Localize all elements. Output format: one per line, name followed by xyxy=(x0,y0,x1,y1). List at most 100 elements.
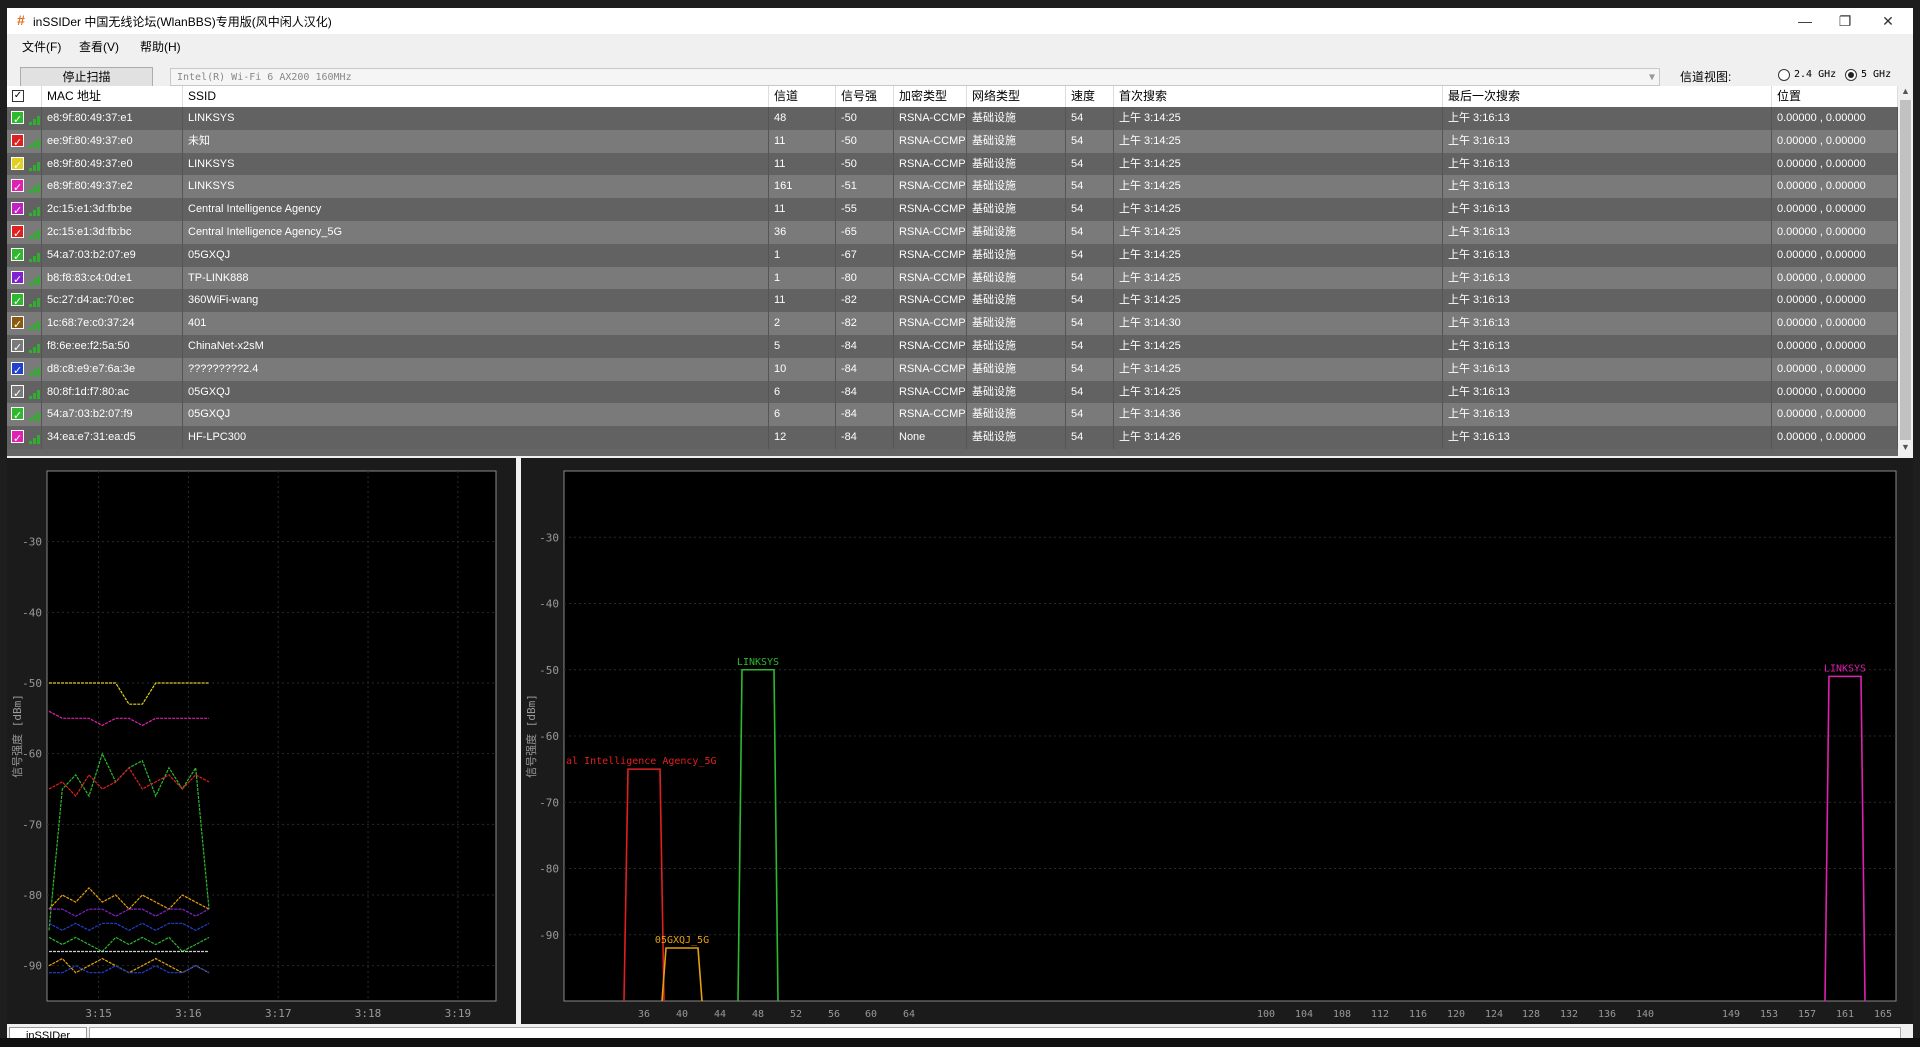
table-scrollbar[interactable]: ▲ ▼ xyxy=(1898,86,1913,456)
band-24-radio[interactable] xyxy=(1778,69,1790,81)
adapter-select[interactable]: Intel(R) Wi-Fi 6 AX200 160MHz ▼ xyxy=(170,68,1660,86)
last-seen-cell: 上午 3:16:13 xyxy=(1443,152,1772,176)
row-checkbox[interactable]: ✓ xyxy=(11,316,24,331)
scroll-down-icon[interactable]: ▼ xyxy=(1898,442,1913,452)
table-row[interactable]: ✓ d8:c8:e9:e7:6a:3e ?????????2.4 10 -84 RSNA-… xyxy=(7,357,1898,381)
close-button[interactable]: ✕ xyxy=(1865,8,1911,34)
header-col-position[interactable]: 位置 xyxy=(1772,86,1898,107)
ssid-cell: 05GXQJ xyxy=(183,403,769,427)
table-row[interactable]: ✓ ee:9f:80:49:37:e0 未知 11 -50 RSNA-CCMP 基础设施 54… xyxy=(7,129,1898,153)
header-col-rssi[interactable]: 信号强 xyxy=(836,86,894,107)
table-row[interactable]: ✓ 5c:27:d4:ac:70:ec 360WiFi-wang 11 -82 RSNA-… xyxy=(7,289,1898,313)
table-row[interactable]: ✓ e8:9f:80:49:37:e1 LINKSYS 48 -50 RSNA-CCMP 基… xyxy=(7,107,1898,130)
channel-graph-panel: -30 -40 -50 -60 -70 -80 -90 36 40 44 48 52 56 60 64 100… xyxy=(521,458,1913,1024)
row-select-cell: ✓ xyxy=(7,152,42,176)
row-checkbox[interactable]: ✓ xyxy=(11,339,24,354)
row-checkbox[interactable]: ✓ xyxy=(11,202,24,217)
header-col-first-seen[interactable]: 首次搜索 xyxy=(1114,86,1443,107)
signal-bars-icon xyxy=(29,226,41,239)
table-row[interactable]: ✓ 2c:15:e1:3d:fb:be Central Intelligence A… xyxy=(7,198,1898,222)
scroll-thumb[interactable] xyxy=(1900,100,1911,440)
row-checkbox[interactable]: ✓ xyxy=(11,133,24,149)
check-icon: ✓ xyxy=(13,159,23,172)
row-checkbox[interactable]: ✓ xyxy=(11,270,24,286)
first-seen-cell: 上午 3:14:25 xyxy=(1114,289,1443,313)
toolbar: 停止扫描 Intel(R) Wi-Fi 6 AX200 160MHz ▼ 信道视… xyxy=(7,56,1913,88)
table-row[interactable]: ✓ 1c:68:7e:c0:37:24 401 2 -82 RSNA-CCMP 基础设施 54… xyxy=(7,312,1898,336)
row-checkbox[interactable]: ✓ xyxy=(11,247,24,263)
first-seen-cell: 上午 3:14:25 xyxy=(1114,152,1443,176)
mac-cell: e8:9f:80:49:37:e1 xyxy=(42,107,183,130)
header-col-speed[interactable]: 速度 xyxy=(1066,86,1114,107)
stop-scan-button[interactable]: 停止扫描 xyxy=(20,67,153,88)
table-row[interactable]: ✓ e8:9f:80:49:37:e0 LINKSYS 11 -50 RSNA-CCMP 基… xyxy=(7,152,1898,176)
speed-cell: 54 xyxy=(1066,221,1114,244)
menu-help[interactable]: 帮助(H) xyxy=(140,38,181,55)
x-tick-label: 128 xyxy=(1522,1009,1540,1020)
table-row[interactable]: ✓ 80:8f:1d:f7:80:ac 05GXQJ 6 -84 RSNA-CCMP 基础设… xyxy=(7,380,1898,404)
x-tick-label: 100 xyxy=(1257,1009,1275,1020)
first-seen-cell: 上午 3:14:25 xyxy=(1114,380,1443,404)
row-checkbox[interactable]: ✓ xyxy=(11,361,24,377)
x-tick-label: 40 xyxy=(676,1009,688,1020)
x-tick-label: 132 xyxy=(1560,1009,1578,1020)
menu-view[interactable]: 查看(V) xyxy=(79,38,119,55)
row-checkbox[interactable]: ✓ xyxy=(11,430,24,445)
mac-cell: 54:a7:03:b2:07:f9 xyxy=(42,403,183,427)
encryption-cell: RSNA-CCMP xyxy=(894,221,967,244)
header-col-select[interactable]: ✓ xyxy=(7,86,42,107)
row-checkbox[interactable]: ✓ xyxy=(11,407,24,422)
position-cell: 0.00000 , 0.00000 xyxy=(1772,289,1898,313)
x-tick-label: 161 xyxy=(1836,1009,1854,1020)
position-cell: 0.00000 , 0.00000 xyxy=(1772,312,1898,336)
network-type-cell: 基础设施 xyxy=(967,243,1066,267)
position-cell: 0.00000 , 0.00000 xyxy=(1772,357,1898,381)
last-seen-cell: 上午 3:16:13 xyxy=(1443,403,1772,427)
menu-file[interactable]: 文件(F) xyxy=(22,38,61,55)
network-type-cell: 基础设施 xyxy=(967,289,1066,313)
position-cell: 0.00000 , 0.00000 xyxy=(1772,129,1898,153)
x-tick-label: 157 xyxy=(1798,1009,1816,1020)
maximize-button[interactable]: ❐ xyxy=(1822,8,1868,34)
row-checkbox[interactable]: ✓ xyxy=(11,293,24,308)
signal-bars-icon xyxy=(29,408,41,422)
select-all-checkbox[interactable]: ✓ xyxy=(12,90,24,102)
header-col-network-type[interactable]: 网络类型 xyxy=(967,86,1066,107)
row-checkbox[interactable]: ✓ xyxy=(11,384,24,400)
last-seen-cell: 上午 3:16:13 xyxy=(1443,335,1772,358)
x-tick-label: 48 xyxy=(752,1009,764,1020)
scroll-up-icon[interactable]: ▲ xyxy=(1898,86,1913,96)
check-icon: ✓ xyxy=(13,250,23,263)
ssid-cell: 未知 xyxy=(183,129,769,153)
check-icon: ✓ xyxy=(13,136,23,149)
table-row[interactable]: ✓ 2c:15:e1:3d:fb:bc Central Intelligence A… xyxy=(7,221,1898,244)
network-type-cell: 基础设施 xyxy=(967,221,1066,244)
row-checkbox[interactable]: ✓ xyxy=(11,225,24,240)
table-row[interactable]: ✓ 54:a7:03:b2:07:f9 05GXQJ 6 -84 RSNA-CCMP 基础设… xyxy=(7,403,1898,427)
position-cell: 0.00000 , 0.00000 xyxy=(1772,243,1898,267)
title-bar[interactable]: # inSSIDer 中国无线论坛(WlanBBS)专用版(风中闲人汉化) — … xyxy=(7,8,1913,34)
rssi-cell: -80 xyxy=(836,266,894,290)
last-seen-cell: 上午 3:16:13 xyxy=(1443,175,1772,199)
header-col-encryption[interactable]: 加密类型 xyxy=(894,86,967,107)
row-checkbox[interactable]: ✓ xyxy=(11,111,24,126)
y-tick-label: -80 xyxy=(22,889,42,902)
row-checkbox[interactable]: ✓ xyxy=(11,156,24,172)
table-row[interactable]: ✓ b8:f8:83:c4:0d:e1 TP-LINK888 1 -80 RSNA-CCM… xyxy=(7,266,1898,290)
header-col-last-seen[interactable]: 最后一次搜索 xyxy=(1443,86,1772,107)
x-tick-label: 124 xyxy=(1485,1009,1503,1020)
band-5-radio[interactable] xyxy=(1845,69,1857,81)
row-checkbox[interactable]: ✓ xyxy=(11,179,24,194)
mac-cell: e8:9f:80:49:37:e0 xyxy=(42,152,183,176)
y-tick-label: -40 xyxy=(22,606,42,619)
channel-cell: 10 xyxy=(769,357,836,381)
table-row[interactable]: ✓ e8:9f:80:49:37:e2 LINKSYS 161 -51 RSNA-CCMP… xyxy=(7,175,1898,199)
channel-cell: 2 xyxy=(769,312,836,336)
table-row[interactable]: ✓ 54:a7:03:b2:07:e9 05GXQJ 1 -67 RSNA-CCMP 基础设… xyxy=(7,243,1898,267)
table-row[interactable]: ✓ 34:ea:e7:31:ea:d5 HF-LPC300 12 -84 None 基础设施… xyxy=(7,426,1898,450)
header-col-channel[interactable]: 信道 xyxy=(769,86,836,107)
encryption-cell: RSNA-CCMP xyxy=(894,107,967,130)
table-row[interactable]: ✓ f8:6e:ee:f2:5a:50 ChinaNet-x2sM 5 -84 RSNA-… xyxy=(7,335,1898,358)
header-col-mac[interactable]: MAC 地址 xyxy=(42,86,183,107)
header-col-ssid[interactable]: SSID xyxy=(183,86,769,107)
